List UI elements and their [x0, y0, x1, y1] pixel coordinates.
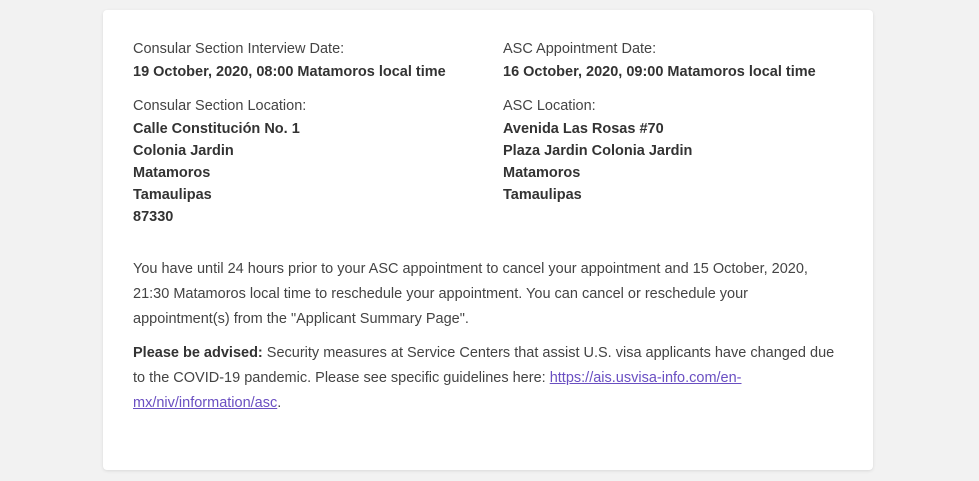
asc-location-block: ASC Location: Avenida Las Rosas #70 Plaz… — [503, 96, 843, 228]
asc-appointment-date: 16 October, 2020, 09:00 Matamoros local … — [503, 64, 816, 80]
appointment-details-grid: Consular Section Interview Date: 19 Octo… — [133, 39, 843, 241]
covid-advisory: Please be advised: Security measures at … — [133, 341, 838, 416]
consular-location-block: Consular Section Location: Calle Constit… — [133, 96, 503, 228]
asc-address-line: Plaza Jardin Colonia Jardin — [503, 143, 693, 159]
consular-address-line: Matamoros — [133, 165, 211, 181]
cancellation-notice: You have until 24 hours prior to your AS… — [133, 261, 808, 327]
consular-interview-label: Consular Section Interview Date: — [133, 41, 345, 57]
advisory-trailing-period: . — [277, 395, 282, 411]
asc-location-label: ASC Location: — [503, 98, 596, 114]
asc-appointment-block: ASC Appointment Date: 16 October, 2020, … — [503, 39, 843, 83]
asc-address-line: Tamaulipas — [503, 187, 582, 203]
consular-interview-date: 19 October, 2020, 08:00 Matamoros local … — [133, 64, 446, 80]
consular-address-line: Tamaulipas — [133, 187, 212, 203]
asc-address-line: Matamoros — [503, 165, 581, 181]
consular-address-line: 87330 — [133, 209, 174, 225]
consular-address-line: Colonia Jardin — [133, 143, 234, 159]
appointment-confirmation-card: Consular Section Interview Date: 19 Octo… — [103, 10, 873, 470]
consular-interview-block: Consular Section Interview Date: 19 Octo… — [133, 39, 503, 83]
advisory-label: Please be advised: — [133, 345, 263, 361]
consular-location-label: Consular Section Location: — [133, 98, 307, 114]
consular-address-line: Calle Constitución No. 1 — [133, 121, 300, 137]
asc-appointment-label: ASC Appointment Date: — [503, 41, 657, 57]
asc-address-line: Avenida Las Rosas #70 — [503, 121, 664, 137]
